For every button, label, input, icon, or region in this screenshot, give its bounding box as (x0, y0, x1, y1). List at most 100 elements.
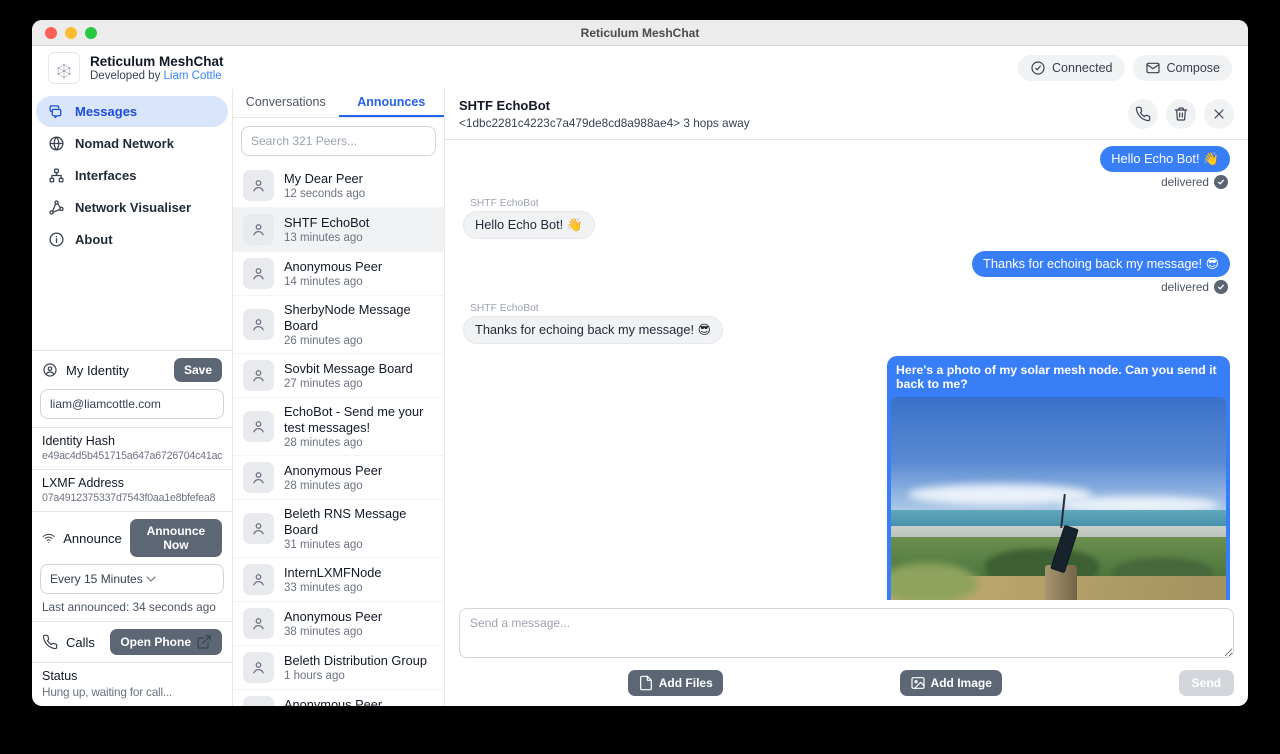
call-status-block: Status Hung up, waiting for call... (32, 662, 232, 706)
list-item[interactable]: Beleth RNS Message Board31 minutes ago (233, 500, 444, 558)
peer-name: Beleth Distribution Group (284, 653, 427, 669)
photo-attachment[interactable] (891, 397, 1226, 600)
chat-panel: SHTF EchoBot <1dbc2281c4223c7a479de8cd8a… (445, 89, 1248, 706)
check-circle-icon (1030, 60, 1046, 76)
delivered-check-icon (1214, 175, 1228, 189)
peer-name: SHTF EchoBot (284, 215, 369, 231)
sidebar-item-interfaces[interactable]: Interfaces (36, 160, 228, 191)
person-icon (250, 520, 267, 537)
person-icon (250, 571, 267, 588)
list-item[interactable]: Beleth Distribution Group1 hours ago (233, 646, 444, 690)
peer-avatar (243, 513, 274, 544)
peer-list: My Dear Peer12 seconds agoSHTF EchoBot13… (233, 164, 444, 706)
save-identity-button[interactable]: Save (174, 358, 222, 382)
list-item[interactable]: InternLXMFNode33 minutes ago (233, 558, 444, 602)
call-peer-button[interactable] (1128, 99, 1158, 129)
image-icon (910, 675, 926, 691)
peer-timestamp: 14 minutes ago (284, 276, 382, 288)
sidebar-item-label: Interfaces (75, 168, 136, 183)
announce-label: Announce (63, 531, 122, 546)
peer-timestamp: 33 minutes ago (284, 582, 381, 594)
peers-panel: Conversations Announces My Dear Peer12 s… (232, 89, 445, 706)
open-phone-button[interactable]: Open Phone (110, 629, 222, 655)
add-files-label: Add Files (659, 676, 713, 690)
sidebar-item-network-visualiser[interactable]: Network Visualiser (36, 192, 228, 223)
peer-timestamp: 28 minutes ago (284, 437, 434, 449)
person-icon (250, 418, 267, 435)
identity-hash-value: e49ac4d5b451715a647a6726704c41ac (42, 450, 222, 462)
composer: Add Files Add Image Send (445, 600, 1248, 706)
list-item[interactable]: Anonymous Peer28 minutes ago (233, 456, 444, 500)
chat-icon (48, 103, 65, 120)
sidebar-item-messages[interactable]: Messages (36, 96, 228, 127)
chat-header: SHTF EchoBot <1dbc2281c4223c7a479de8cd8a… (445, 89, 1248, 140)
tab-announces[interactable]: Announces (339, 89, 445, 117)
list-item[interactable]: Anonymous Peer1 hours ago (233, 690, 444, 706)
peer-avatar (243, 652, 274, 683)
tab-conversations[interactable]: Conversations (233, 89, 339, 117)
compose-button[interactable]: Compose (1133, 55, 1233, 81)
incoming-message-bubble[interactable]: Hello Echo Bot! 👋 (463, 211, 595, 239)
list-item[interactable]: SherbyNode Message Board26 minutes ago (233, 296, 444, 354)
display-name-input[interactable] (40, 389, 224, 419)
peer-avatar (243, 696, 274, 706)
message-input[interactable] (459, 608, 1234, 658)
chevron-down-icon (143, 571, 159, 587)
peer-timestamp: 31 minutes ago (284, 539, 434, 551)
person-icon (250, 265, 267, 282)
trash-icon (1173, 106, 1189, 122)
sidebar: Messages Nomad Network Interfaces Network V… (32, 89, 232, 706)
identity-hash-block: Identity Hash e49ac4d5b451715a647a672670… (32, 427, 232, 469)
add-files-button[interactable]: Add Files (628, 670, 723, 696)
delivery-status-text: delivered (1161, 280, 1209, 294)
sidebar-bottom: My Identity Save Identity Hash e49ac4d5b… (32, 350, 232, 706)
peer-name: InternLXMFNode (284, 565, 381, 581)
send-button[interactable]: Send (1179, 670, 1234, 696)
announce-section-header: Announce Announce Now (32, 511, 232, 564)
list-item[interactable]: SHTF EchoBot13 minutes ago (233, 208, 444, 252)
delivery-status: delivered (1161, 280, 1228, 294)
peer-avatar (243, 462, 274, 493)
peer-avatar (243, 360, 274, 391)
search-peers-input[interactable] (241, 126, 436, 156)
call-status-label: Status (42, 669, 222, 683)
calls-section-header: Calls Open Phone (32, 621, 232, 662)
close-conversation-button[interactable] (1204, 99, 1234, 129)
peer-timestamp: 38 minutes ago (284, 626, 382, 638)
delete-conversation-button[interactable] (1166, 99, 1196, 129)
person-icon (250, 469, 267, 486)
identity-section-header: My Identity Save (32, 350, 232, 389)
developer-link[interactable]: Liam Cottle (164, 70, 222, 82)
list-item[interactable]: Sovbit Message Board27 minutes ago (233, 354, 444, 398)
peer-avatar (243, 214, 274, 245)
incoming-message-bubble[interactable]: Thanks for echoing back my message! 😎 (463, 316, 723, 344)
peer-name: Anonymous Peer (284, 463, 382, 479)
outgoing-message-bubble[interactable]: Hello Echo Bot! 👋 (1100, 146, 1230, 172)
list-item[interactable]: Anonymous Peer14 minutes ago (233, 252, 444, 296)
list-item[interactable]: EchoBot - Send me your test messages!28 … (233, 398, 444, 456)
last-announced-text: Last announced: 34 seconds ago (32, 600, 232, 621)
outgoing-photo-message[interactable]: Here's a photo of my solar mesh node. Ca… (887, 356, 1230, 600)
peers-tabs: Conversations Announces (233, 89, 444, 118)
person-icon (250, 615, 267, 632)
sidebar-item-nomad-network[interactable]: Nomad Network (36, 128, 228, 159)
connected-label: Connected (1052, 61, 1112, 75)
add-image-button[interactable]: Add Image (900, 670, 1002, 696)
announce-interval-select[interactable]: Every 15 Minutes (40, 564, 224, 594)
peer-avatar (243, 564, 274, 595)
add-image-label: Add Image (931, 676, 992, 690)
peer-name: SherbyNode Message Board (284, 302, 434, 334)
announce-now-button[interactable]: Announce Now (130, 519, 222, 557)
peer-name: Beleth RNS Message Board (284, 506, 434, 538)
chat-peer-name: SHTF EchoBot (459, 98, 750, 113)
sidebar-item-label: About (75, 232, 113, 247)
peer-name: My Dear Peer (284, 171, 365, 187)
delivery-status-text: delivered (1161, 175, 1209, 189)
sidebar-item-label: Messages (75, 104, 137, 119)
list-item[interactable]: Anonymous Peer38 minutes ago (233, 602, 444, 646)
identity-label: My Identity (66, 363, 129, 378)
list-item[interactable]: My Dear Peer12 seconds ago (233, 164, 444, 208)
peer-name: Anonymous Peer (284, 259, 382, 275)
outgoing-message-bubble[interactable]: Thanks for echoing back my message! 😎 (972, 251, 1230, 277)
sidebar-item-about[interactable]: About (36, 224, 228, 255)
